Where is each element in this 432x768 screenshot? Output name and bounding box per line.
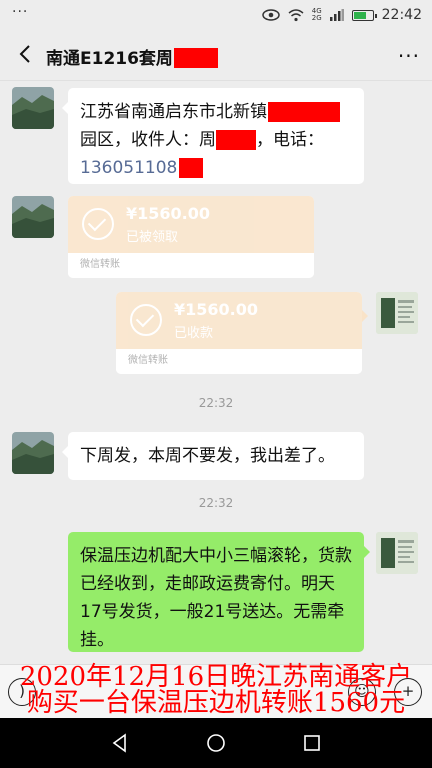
transfer-card-accepted[interactable]: ¥1560.00 已收款 微信转账 — [116, 292, 368, 374]
caption-overlay: 2020年12月16日晚江苏南通客户 购买一台保温压边机转账1560元 — [19, 662, 413, 718]
nav-back-icon[interactable] — [110, 733, 130, 753]
redaction-box — [216, 130, 256, 150]
message-bubble-sent[interactable]: 保温压边机配大中小三幅滚轮，货款已经收到，走邮政运费寄付。明天17号发货，一般2… — [68, 532, 370, 652]
landscape-avatar-image — [12, 87, 54, 129]
redaction-box — [268, 102, 340, 122]
check-circle-icon — [82, 208, 114, 240]
landscape-avatar-image — [12, 196, 54, 238]
chat-header: 南通E1216套周 ··· — [0, 30, 432, 81]
transfer-amount: ¥1560.00 — [126, 204, 211, 223]
transfer-status: 已收款 — [174, 326, 214, 341]
receipt-avatar-image — [376, 532, 418, 574]
timestamp: 22:32 — [198, 396, 234, 410]
nav-home-icon[interactable] — [206, 733, 226, 753]
notification-dots: ··· — [12, 4, 29, 20]
message-address[interactable]: 江苏省南通启东市北新镇 园区，收件人：周 ，电话： 136051108 — [62, 88, 364, 184]
contact-avatar[interactable] — [12, 432, 54, 474]
landscape-avatar-image — [12, 432, 54, 474]
contact-avatar[interactable] — [12, 196, 54, 238]
phone-number-link[interactable]: 136051108 — [80, 158, 177, 178]
check-circle-icon — [130, 304, 162, 336]
contact-avatar[interactable] — [12, 87, 54, 129]
clock: 22:42 — [381, 7, 422, 23]
message-bubble[interactable]: 下周发，本周不要发，我出差了。 — [62, 432, 364, 480]
back-arrow-icon[interactable] — [14, 42, 38, 66]
chat-title: 南通E1216套周 — [46, 44, 218, 69]
my-avatar[interactable] — [376, 292, 418, 334]
system-nav-bar — [0, 718, 432, 768]
signal-icon — [329, 9, 344, 21]
transfer-status: 已被领取 — [126, 230, 179, 245]
transfer-label: 微信转账 — [68, 253, 314, 278]
my-avatar[interactable] — [376, 532, 418, 574]
redaction-box — [173, 48, 218, 68]
status-bar: ··· 4G 2G 22:42 — [0, 0, 432, 30]
wifi-icon — [288, 8, 304, 21]
timestamp: 22:32 — [198, 496, 234, 510]
nav-recents-icon[interactable] — [302, 733, 322, 753]
battery-icon — [351, 9, 377, 21]
eye-icon — [262, 9, 280, 21]
redaction-box — [179, 158, 204, 178]
status-right: 4G 2G 22:42 — [262, 7, 422, 23]
transfer-card-received[interactable]: ¥1560.00 已被领取 微信转账 — [68, 196, 314, 278]
transfer-label: 微信转账 — [116, 349, 362, 374]
network-type: 4G 2G — [311, 7, 322, 22]
transfer-amount: ¥1560.00 — [174, 300, 259, 319]
receipt-avatar-image — [376, 292, 418, 334]
more-options-button[interactable]: ··· — [398, 44, 420, 68]
